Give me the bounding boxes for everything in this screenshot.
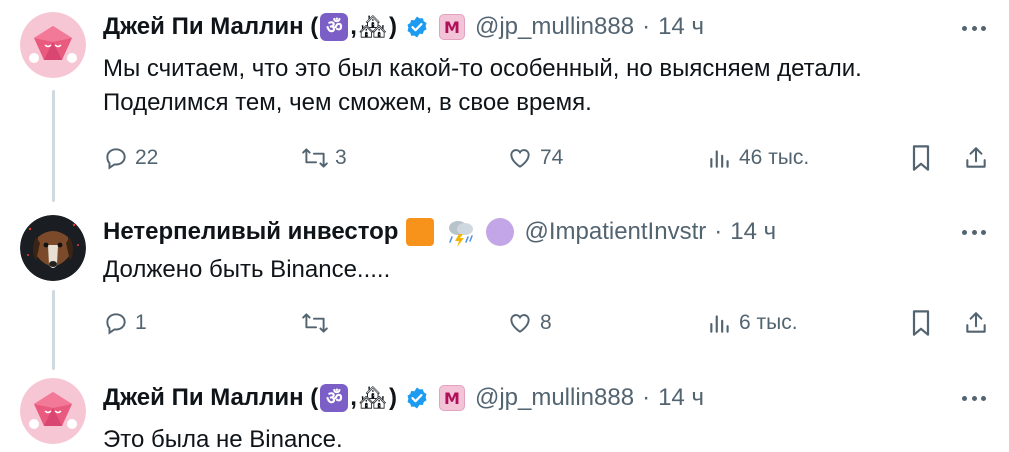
retweet-icon [302,148,328,168]
retweet-count: 3 [335,146,347,169]
tweet-text: Должено быть Binance..... [103,256,391,283]
reply-count: 1 [135,311,147,334]
tweet-text: Это была не Binance. [103,426,343,452]
reply-button[interactable]: 22 [103,143,158,173]
more-icon[interactable] [958,222,990,242]
author-name[interactable]: Джей Пи Маллин ( [103,384,318,412]
affiliate-badge[interactable]: M [438,14,465,40]
views-count: 46 тыс. [739,146,810,169]
like-count: 74 [540,146,564,169]
houses-emoji: 🏘 [358,385,387,410]
tweet-text: Мы считаем, что это был какой-то особенн… [103,55,862,116]
tweet-header: Джей Пи Маллин ( ॐ , 🏘 ) M @jp_mullin888… [103,381,704,415]
author-name[interactable]: Нетерпеливый инвестор [103,218,398,246]
avatar[interactable] [20,12,86,78]
bookmark-icon [912,310,930,336]
like-count: 8 [540,311,552,334]
affiliate-badge[interactable]: M [438,385,465,411]
reply-button[interactable]: 1 [103,308,147,338]
tweet-time[interactable]: 14 ч [730,218,776,246]
more-icon[interactable] [958,18,990,38]
bookmark-icon [912,145,930,171]
tweet-header: Джей Пи Маллин ( ॐ , 🏘 ) M @jp_mullin888… [103,10,704,44]
author-handle[interactable]: @jp_mullin888 [475,13,634,41]
like-button[interactable]: 74 [506,143,563,173]
orange-square-emoji [406,218,435,246]
separator-dot: · [642,13,651,40]
tweet-actions: 1 8 6 тыс. [103,308,993,338]
name-close-paren: ) [388,384,397,411]
om-emoji: ॐ [320,13,349,41]
views-icon [710,150,729,168]
views-icon [710,315,729,333]
retweet-button[interactable]: 3 [301,143,347,173]
purple-circle-emoji [486,218,515,246]
tweet-actions: 22 3 74 46 тыс. [103,143,993,173]
separator-dot: · [642,384,651,411]
avatar[interactable] [20,215,86,281]
more-icon[interactable] [958,388,990,408]
like-icon [510,149,530,168]
separator-dot: · [714,218,723,245]
reply-icon [106,148,126,170]
name-close-paren: ) [388,13,397,40]
bookmark-button[interactable] [909,143,933,173]
views-button[interactable]: 46 тыс. [707,143,809,173]
author-name[interactable]: Джей Пи Маллин ( [103,13,318,41]
avatar[interactable] [20,378,86,444]
like-button[interactable]: 8 [506,308,552,338]
verified-icon [405,15,429,39]
name-comma: , [350,384,357,411]
share-button[interactable] [963,143,989,173]
reply-count: 22 [135,146,159,169]
views-button[interactable]: 6 тыс. [707,308,798,338]
tweet[interactable]: Джей Пи Маллин ( ॐ , 🏘 ) M @jp_mullin888… [0,0,1009,200]
share-icon [966,147,986,168]
tweet-header: Нетерпеливый инвестор @ImpatientInvstr ·… [103,215,776,249]
retweet-button[interactable] [301,308,335,338]
om-emoji: ॐ [320,384,349,412]
tweet[interactable]: Нетерпеливый инвестор @ImpatientInvstr ·… [0,200,1009,370]
share-icon [966,312,986,333]
verified-icon [405,386,429,410]
author-handle[interactable]: @ImpatientInvstr [524,218,706,246]
like-icon [510,314,530,333]
houses-emoji: 🏘 [358,14,387,39]
tweet-time[interactable]: 14 ч [658,13,704,41]
name-comma: , [350,13,357,40]
tweet[interactable]: Джей Пи Маллин ( ॐ , 🏘 ) M @jp_mullin888… [0,370,1009,452]
reply-icon [106,313,126,335]
tweet-time[interactable]: 14 ч [658,384,704,412]
author-handle[interactable]: @jp_mullin888 [475,384,634,412]
share-button[interactable] [963,308,989,338]
bookmark-button[interactable] [909,308,933,338]
retweet-icon [302,313,328,333]
cloud-lightning-icon [444,217,476,247]
views-count: 6 тыс. [739,311,798,334]
